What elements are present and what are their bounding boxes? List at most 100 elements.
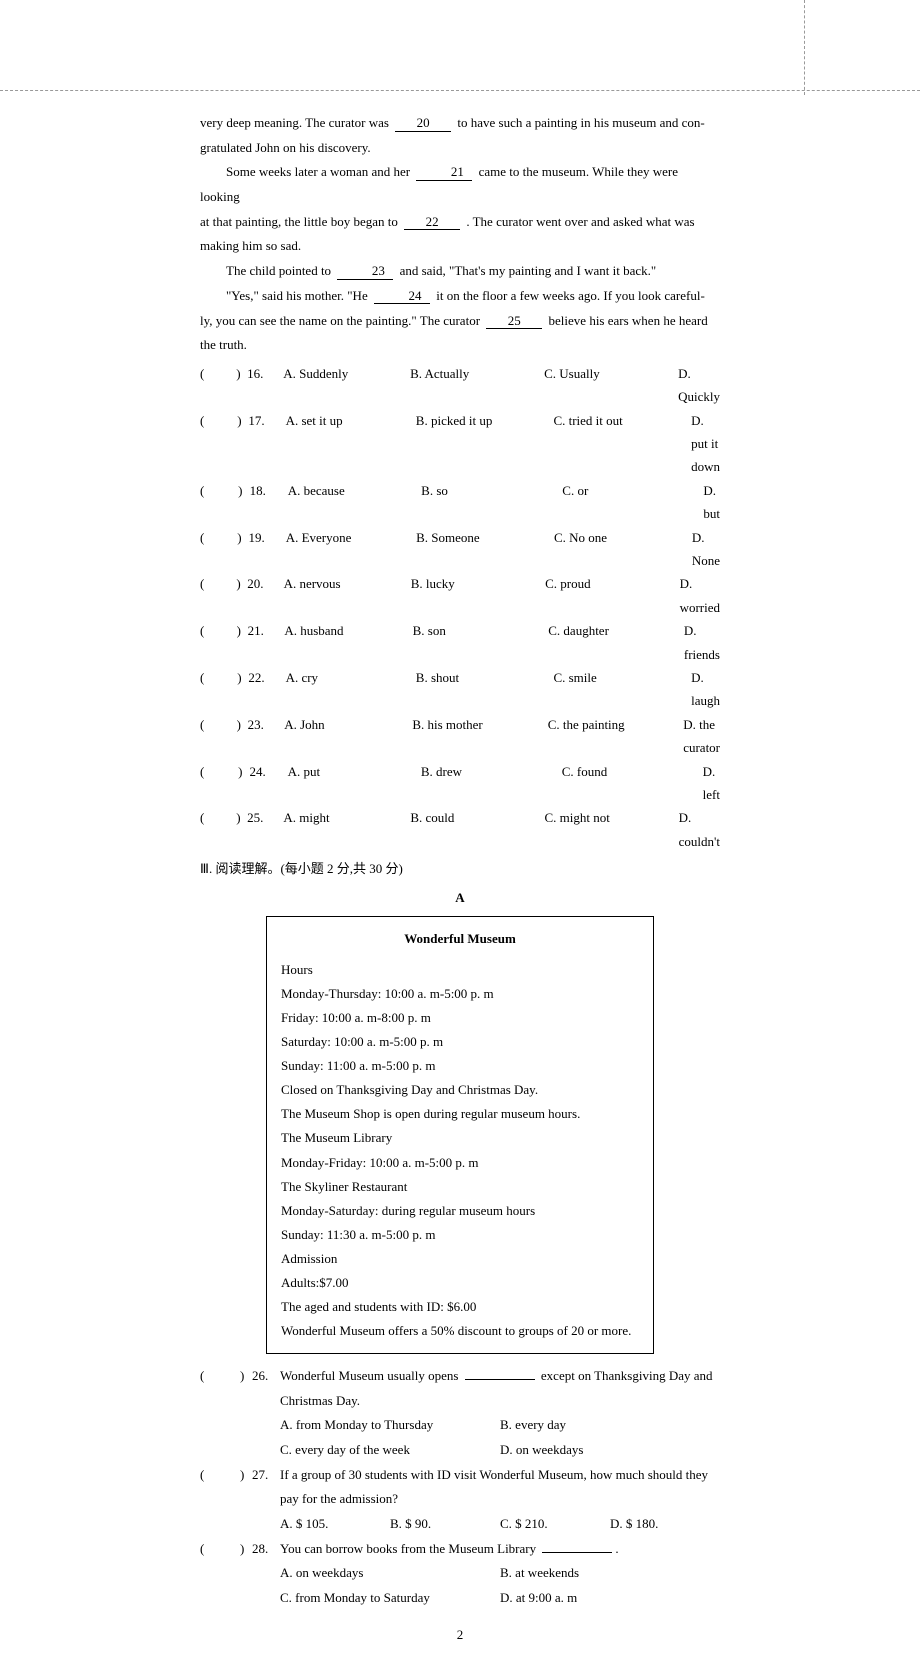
answer-space[interactable] (213, 409, 237, 479)
option-d: D. but (703, 479, 720, 526)
answer-space[interactable] (213, 713, 237, 760)
passage-text: "Yes," said his mother. "He (226, 288, 371, 303)
option-a: A. put (288, 760, 421, 807)
option-c: C. daughter (548, 619, 684, 666)
option-b: B. could (410, 806, 544, 853)
paren-right: ) (237, 619, 248, 666)
paren-right: ) (236, 572, 247, 619)
option-a: A. Everyone (286, 526, 416, 573)
q-text-part: Wonderful Museum usually opens (280, 1368, 462, 1383)
option-a: A. might (283, 806, 410, 853)
blank-22[interactable]: 22 (404, 214, 460, 231)
option-c: C. found (562, 760, 703, 807)
passage-text: . The curator went over and asked what w… (466, 214, 694, 229)
cloze-number: 22. (248, 666, 285, 713)
option-d: D. couldn't (679, 806, 720, 853)
option-d: D. on weekdays (500, 1438, 720, 1463)
passage-text: it on the floor a few weeks ago. If you … (436, 288, 705, 303)
option-c: C. Usually (544, 362, 678, 409)
option-b: B. lucky (411, 572, 545, 619)
option-a: A. set it up (286, 409, 416, 479)
museum-info-line: Closed on Thanksgiving Day and Christmas… (281, 1078, 639, 1102)
option-b: B. at weekends (500, 1561, 720, 1586)
museum-info-line: Sunday: 11:30 a. m-5:00 p. m (281, 1223, 639, 1247)
cloze-row: ()21.A. husbandB. sonC. daughterD. frien… (200, 619, 720, 666)
answer-space[interactable] (213, 572, 237, 619)
option-c: C. from Monday to Saturday (280, 1586, 500, 1611)
paren-left: ( (200, 1537, 214, 1562)
option-b: B. his mother (412, 713, 547, 760)
answer-space[interactable] (214, 1463, 240, 1488)
option-d: D. friends (684, 619, 720, 666)
option-a: A. John (284, 713, 412, 760)
paren-right: ) (240, 1364, 252, 1389)
cloze-number: 16. (247, 362, 283, 409)
fill-blank[interactable] (465, 1379, 535, 1380)
answer-space[interactable] (213, 526, 237, 573)
paren-left: ( (200, 1463, 214, 1488)
fill-blank[interactable] (542, 1552, 612, 1553)
answer-space[interactable] (213, 806, 237, 853)
blank-20[interactable]: 20 (395, 115, 451, 132)
option-a: A. Suddenly (283, 362, 410, 409)
museum-info-line: Saturday: 10:00 a. m-5:00 p. m (281, 1030, 639, 1054)
passage-line: the truth. (200, 333, 720, 358)
passage-text: at that painting, the little boy began t… (200, 214, 401, 229)
option-c: C. No one (554, 526, 692, 573)
answer-space[interactable] (214, 1364, 240, 1389)
paren-left: ( (200, 526, 213, 573)
blank-21[interactable]: 21 (416, 164, 472, 181)
paren-right: ) (237, 409, 248, 479)
question-text-cont: Christmas Day. (280, 1389, 720, 1414)
option-c: C. smile (553, 666, 691, 713)
option-b: B. son (413, 619, 549, 666)
question-number: 26. (252, 1364, 280, 1389)
cloze-row: ()22.A. cryB. shoutC. smileD. laugh (200, 666, 720, 713)
option-a: A. cry (286, 666, 416, 713)
museum-info-line: The Museum Shop is open during regular m… (281, 1102, 639, 1126)
blank-23[interactable]: 23 (337, 263, 393, 280)
passage-text: very deep meaning. The curator was (200, 115, 392, 130)
page-container: very deep meaning. The curator was 20 to… (0, 0, 920, 1677)
option-a: A. nervous (284, 572, 411, 619)
passage-text: making him so sad. (200, 238, 301, 253)
passage-text: ly, you can see the name on the painting… (200, 313, 483, 328)
option-b: B. shout (416, 666, 554, 713)
option-d: D. put it down (691, 409, 720, 479)
option-a: A. on weekdays (280, 1561, 500, 1586)
answer-space[interactable] (213, 362, 237, 409)
museum-info-line: Admission (281, 1247, 639, 1271)
option-c: C. or (562, 479, 703, 526)
passage-text: believe his ears when he heard (549, 313, 708, 328)
passage-line: gratulated John on his discovery. (200, 136, 720, 161)
blank-24[interactable]: 24 (374, 288, 430, 305)
option-c: C. might not (544, 806, 678, 853)
paren-left: ( (200, 713, 213, 760)
paren-left: ( (200, 666, 213, 713)
question-text: You can borrow books from the Museum Lib… (280, 1537, 720, 1562)
blank-25[interactable]: 25 (486, 313, 542, 330)
answer-space[interactable] (213, 619, 237, 666)
question-28: ( ) 28. You can borrow books from the Mu… (200, 1537, 720, 1611)
option-b: B. Someone (416, 526, 554, 573)
option-a: A. $ 105. (280, 1512, 390, 1537)
answer-space[interactable] (213, 479, 238, 526)
cloze-number: 24. (250, 760, 288, 807)
option-c: C. $ 210. (500, 1512, 610, 1537)
answer-space[interactable] (214, 1537, 240, 1562)
cloze-row: ()16.A. SuddenlyB. ActuallyC. UsuallyD. … (200, 362, 720, 409)
paren-right: ) (238, 760, 249, 807)
passage-line: "Yes," said his mother. "He 24 it on the… (200, 284, 720, 309)
paren-left: ( (200, 572, 213, 619)
passage-line: making him so sad. (200, 234, 720, 259)
option-b: B. so (421, 479, 562, 526)
museum-info-line: Monday-Thursday: 10:00 a. m-5:00 p. m (281, 982, 639, 1006)
answer-space[interactable] (213, 666, 237, 713)
cloze-row: ()23.A. JohnB. his motherC. the painting… (200, 713, 720, 760)
museum-info-line: The aged and students with ID: $6.00 (281, 1295, 639, 1319)
option-d: D. left (703, 760, 720, 807)
answer-space[interactable] (213, 760, 238, 807)
passage-line: at that painting, the little boy began t… (200, 210, 720, 235)
paren-right: ) (240, 1463, 252, 1488)
option-b: B. drew (421, 760, 562, 807)
